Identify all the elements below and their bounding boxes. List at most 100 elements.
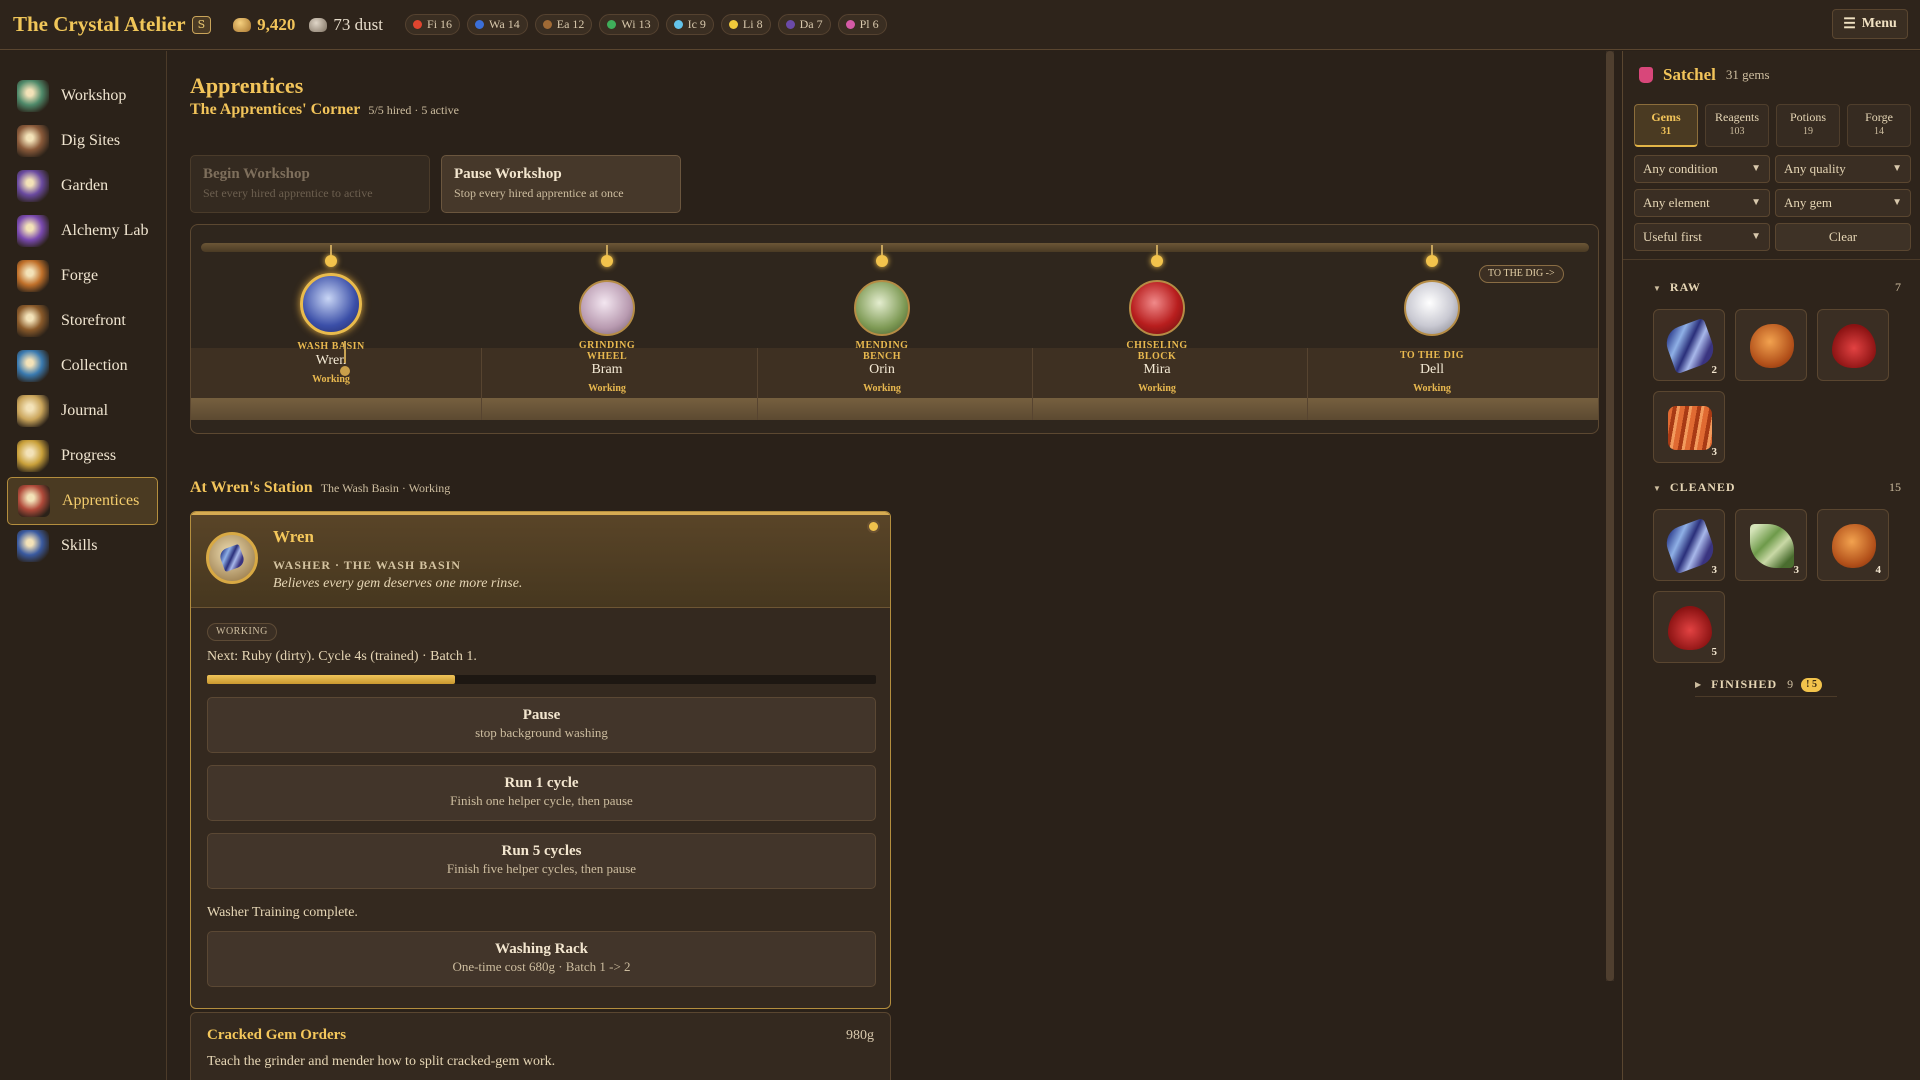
gem-slot[interactable]: 4 [1817,509,1889,581]
element-dot-icon [673,20,683,29]
station-hook [1431,245,1433,255]
cleaned-group-header[interactable]: ▼ CLEANED 15 [1653,480,1911,496]
station-section-title: At Wren's Station The Wash Basin · Workin… [190,479,450,497]
finished-group-label: FINISHED [1711,677,1778,691]
cracked-gem-orders-card[interactable]: Cracked Gem Orders 980g Teach the grinde… [190,1012,891,1080]
leaf-icon [854,280,910,336]
gem-quantity: 2 [1711,364,1718,376]
station-status: Working [1413,383,1451,394]
element-select-value: Any element [1643,195,1710,210]
tab-reagents[interactable]: Reagents 103 [1705,104,1769,147]
cycle-progress-bar [207,675,876,684]
sidebar-item-workshop[interactable]: Workshop [7,72,158,120]
washing-rack-upgrade-button[interactable]: Washing Rack One-time cost 680g · Batch … [207,931,876,987]
main-scrollbar[interactable] [1606,51,1614,981]
sidebar-item-skills[interactable]: Skills [7,522,158,570]
collapse-caret-icon: ▼ [1653,484,1662,493]
dig-sites-icon [17,125,49,157]
status-lamp-icon [867,520,880,533]
collection-icon [17,350,49,382]
lamp-icon [325,255,337,267]
station-apprentice-name: Dell [1419,362,1445,377]
next-task-text: Next: Ruby (dirty). Cycle 4s (trained) ·… [207,649,477,664]
element-chip: Wa 14 [467,14,528,35]
sidebar-item-label: Storefront [61,312,126,329]
gem-slot[interactable]: 5 [1653,591,1725,663]
orders-price: 980g [846,1028,874,1043]
scrollbar-thumb[interactable] [1606,51,1614,981]
upgrade-subtitle: One-time cost 680g · Batch 1 -> 2 [452,959,631,974]
workshop-icon [17,80,49,112]
main-content: Apprentices The Apprentices' Corner 5/5 h… [168,51,1614,1080]
sidebar-item-journal[interactable]: Journal [7,387,158,435]
element-chip: Ea 12 [534,14,593,35]
journal-icon [17,395,49,427]
gem-slot[interactable] [1817,309,1889,381]
raw-group-header[interactable]: ▼ RAW 7 [1653,280,1911,296]
apprentice-name: Wren [273,527,314,546]
to-the-dig-tag[interactable]: TO THE DIG -> [1479,265,1564,283]
alchemy-lab-icon [17,215,49,247]
sidebar-item-dig-sites[interactable]: Dig Sites [7,117,158,165]
station-divider [481,348,482,420]
gem-slot[interactable] [1735,309,1807,381]
station-grinding-wheel[interactable]: GRINDING WHEEL Bram Working [469,225,745,433]
station-divider [757,348,758,420]
station-hook [881,245,883,255]
element-chip: Li 8 [720,14,771,35]
pause-button[interactable]: Pause stop background washing [207,697,876,753]
gem-quantity: 3 [1793,564,1800,576]
finished-group-count: 9 [1787,677,1794,691]
sidebar-item-forge[interactable]: Forge [7,252,158,300]
tab-forge[interactable]: Forge 14 [1847,104,1911,147]
station-label: TO THE DIG [1399,350,1465,361]
quartz-icon [1404,280,1460,336]
sapphire-icon [300,273,362,335]
satchel-bag-icon [1639,67,1653,83]
element-chip-label: Da 7 [799,17,823,31]
gem-slot[interactable]: 2 [1653,309,1725,381]
run-5-cycles-button[interactable]: Run 5 cycles Finish five helper cycles, t… [207,833,876,889]
begin-workshop-button[interactable]: Begin Workshop Set every hired apprentic… [190,155,430,213]
upgrade-title: Washing Rack [495,941,588,957]
sidebar-item-apprentices[interactable]: Apprentices [7,477,158,525]
run-1-cycle-button[interactable]: Run 1 cycle Finish one helper cycle, then… [207,765,876,821]
tab-potions[interactable]: Potions 19 [1776,104,1840,147]
tab-gems[interactable]: Gems 31 [1634,104,1698,147]
sort-select[interactable]: Useful first ▼ [1634,223,1770,251]
station-to-the-dig[interactable]: TO THE DIG Dell Working [1294,225,1570,433]
element-select[interactable]: Any element ▼ [1634,189,1770,217]
gem-select-value: Any gem [1784,195,1833,210]
finished-group-header[interactable]: ▶ FINISHED 9 ! 5 [1695,677,1823,692]
station-chiseling-block[interactable]: CHISELING BLOCK Mira Working [1019,225,1295,433]
station-divider [1032,348,1033,420]
sidebar-item-alchemy-lab[interactable]: Alchemy Lab [7,207,158,255]
gem-select[interactable]: Any gem ▼ [1775,189,1911,217]
pause-workshop-subtitle: Stop every hired apprentice at once [454,186,624,200]
station-wash-basin[interactable]: WASH BASIN Wren Working [193,225,469,433]
station-mending-bench[interactable]: MENDING BENCH Orin Working [744,225,1020,433]
station-hook [330,245,332,255]
sidebar-item-storefront[interactable]: Storefront [7,297,158,345]
sidebar-item-collection[interactable]: Collection [7,342,158,390]
sidebar-item-garden[interactable]: Garden [7,162,158,210]
dust-value: 73 dust [333,14,384,34]
menu-button[interactable]: ☰ Menu [1832,9,1908,39]
leaf-icon [1750,524,1794,568]
pause-workshop-button[interactable]: Pause Workshop Stop every hired apprenti… [441,155,681,213]
tab-count: 31 [1661,126,1671,137]
gem-slot[interactable]: 3 [1653,391,1725,463]
wren-portrait-icon [206,532,258,584]
condition-select[interactable]: Any condition ▼ [1634,155,1770,183]
gem-slot[interactable]: 3 [1735,509,1807,581]
quality-select[interactable]: Any quality ▼ [1775,155,1911,183]
station-status: Working [588,383,626,394]
condition-select-value: Any condition [1643,161,1718,176]
clear-filters-button[interactable]: Clear [1775,223,1911,251]
station-apprentice-name: Mira [1143,362,1171,377]
save-badge[interactable]: S [191,15,212,34]
hamburger-icon: ☰ [1843,16,1856,32]
gem-slot[interactable]: 3 [1653,509,1725,581]
chevron-down-icon: ▼ [1892,197,1902,208]
sidebar-item-progress[interactable]: Progress [7,432,158,480]
